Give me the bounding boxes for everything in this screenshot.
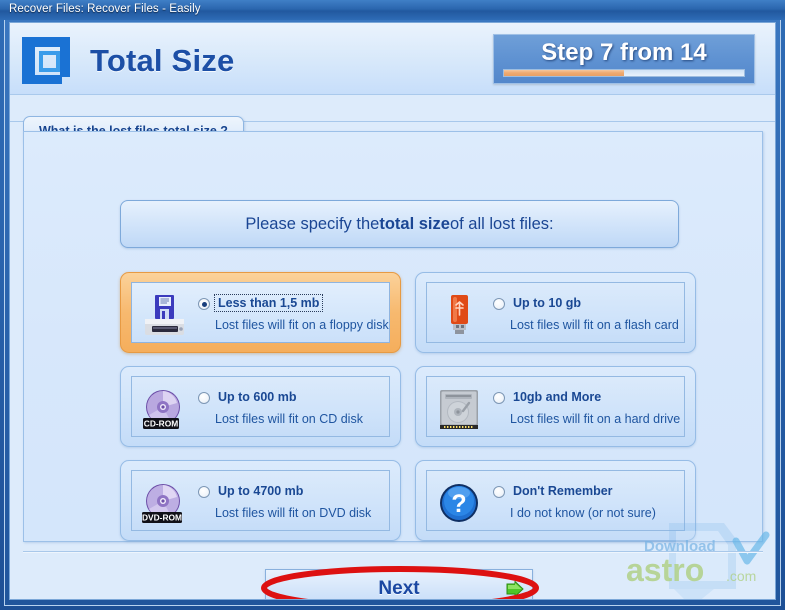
option-subtitle: Lost files will fit on a hard drive <box>510 412 681 426</box>
option-radio-up-to-4700-mb[interactable] <box>198 486 210 498</box>
svg-text:DVD-ROM: DVD-ROM <box>142 512 182 522</box>
option-inner-panel: CD-ROM Up to 600 mb Lost files will fit … <box>131 376 390 437</box>
next-button-label: Next <box>378 578 420 599</box>
option-inner-panel: Up to 10 gb Lost files will fit on a fla… <box>426 282 685 343</box>
cd-rom-disc-icon: CD-ROM <box>143 390 180 429</box>
green-arrow-right-icon <box>506 581 524 597</box>
question-mark-circle-icon: ? <box>440 484 478 522</box>
step-progress-track <box>503 69 745 77</box>
watermark-line2: astro <box>626 552 704 588</box>
option-card-up-to-10-gb[interactable]: Up to 10 gb Lost files will fit on a fla… <box>415 272 696 353</box>
option-radio-up-to-10-gb[interactable] <box>493 298 505 310</box>
option-card-10gb-and-more[interactable]: 10gb and More Lost files will fit on a h… <box>415 366 696 447</box>
application-window: Recover Files: Recover Files - Easily To… <box>0 0 785 610</box>
header-bar: Total Size Step 7 from 14 <box>10 23 775 95</box>
svg-text:?: ? <box>451 490 466 518</box>
option-inner-panel: DVD-ROM Up to 4700 mb Lost files will fi… <box>131 470 390 531</box>
option-subtitle: Lost files will fit on CD disk <box>215 412 363 426</box>
option-card-less-than-1-5-mb[interactable]: Less than 1,5 mb Lost files will fit on … <box>120 272 401 353</box>
prompt-prefix: Please specify the <box>245 214 380 233</box>
option-inner-panel: ? Don't Remember I do not know (or not s… <box>426 470 685 531</box>
hard-drive-icon <box>440 390 478 429</box>
option-card-up-to-4700-mb[interactable]: DVD-ROM Up to 4700 mb Lost files will fi… <box>120 460 401 541</box>
option-subtitle: Lost files will fit on a flash card <box>510 318 679 332</box>
step-indicator: Step 7 from 14 <box>493 34 755 84</box>
option-radio-less-than-1-5-mb[interactable] <box>198 298 210 310</box>
prompt-banner: Please specify the total size of all los… <box>120 200 679 248</box>
option-title: 10gb and More <box>513 390 602 404</box>
watermark-line3: .com <box>726 568 756 584</box>
content-panel: Please specify the total size of all los… <box>23 131 763 542</box>
prompt-suffix: of all lost files: <box>449 214 554 233</box>
option-subtitle: Lost files will fit on DVD disk <box>215 506 372 520</box>
option-subtitle: Lost files will fit on a floppy disk <box>215 318 389 332</box>
svg-text:CD-ROM: CD-ROM <box>144 418 178 428</box>
title-bar: Recover Files: Recover Files - Easily <box>0 0 785 20</box>
option-subtitle: I do not know (or not sure) <box>510 506 656 520</box>
usb-flash-drive-icon <box>451 295 468 334</box>
option-card-up-to-600-mb[interactable]: CD-ROM Up to 600 mb Lost files will fit … <box>120 366 401 447</box>
next-button[interactable]: Next <box>265 569 533 599</box>
option-radio-up-to-600-mb[interactable] <box>198 392 210 404</box>
option-title: Up to 10 gb <box>513 296 582 310</box>
option-card-dont-remember[interactable]: ? Don't Remember I do not know (or not s… <box>415 460 696 541</box>
option-inner-panel: 10gb and More Lost files will fit on a h… <box>426 376 685 437</box>
page-title: Total Size <box>90 43 235 78</box>
option-title: Up to 4700 mb <box>218 484 304 498</box>
floppy-disk-drive-icon <box>145 295 184 335</box>
option-title: Up to 600 mb <box>218 390 297 404</box>
option-radio-dont-remember[interactable] <box>493 486 505 498</box>
window-title: Recover Files: Recover Files - Easily <box>9 3 201 15</box>
question-tab-row: What is the lost files total size ? <box>10 95 775 147</box>
client-area: Total Size Step 7 from 14 What is the lo… <box>9 22 776 600</box>
prompt-emphasis: total size <box>379 214 450 233</box>
option-radio-10gb-and-more[interactable] <box>493 392 505 404</box>
option-inner-panel: Less than 1,5 mb Lost files will fit on … <box>131 282 390 343</box>
option-title: Less than 1,5 mb <box>213 294 324 312</box>
footer-divider <box>23 551 763 552</box>
step-progress-fill <box>504 70 624 76</box>
step-label: Step 7 from 14 <box>541 39 707 66</box>
square-frame-logo-icon <box>22 37 70 84</box>
dvd-rom-disc-icon: DVD-ROM <box>142 484 182 523</box>
option-title: Don't Remember <box>513 484 613 498</box>
